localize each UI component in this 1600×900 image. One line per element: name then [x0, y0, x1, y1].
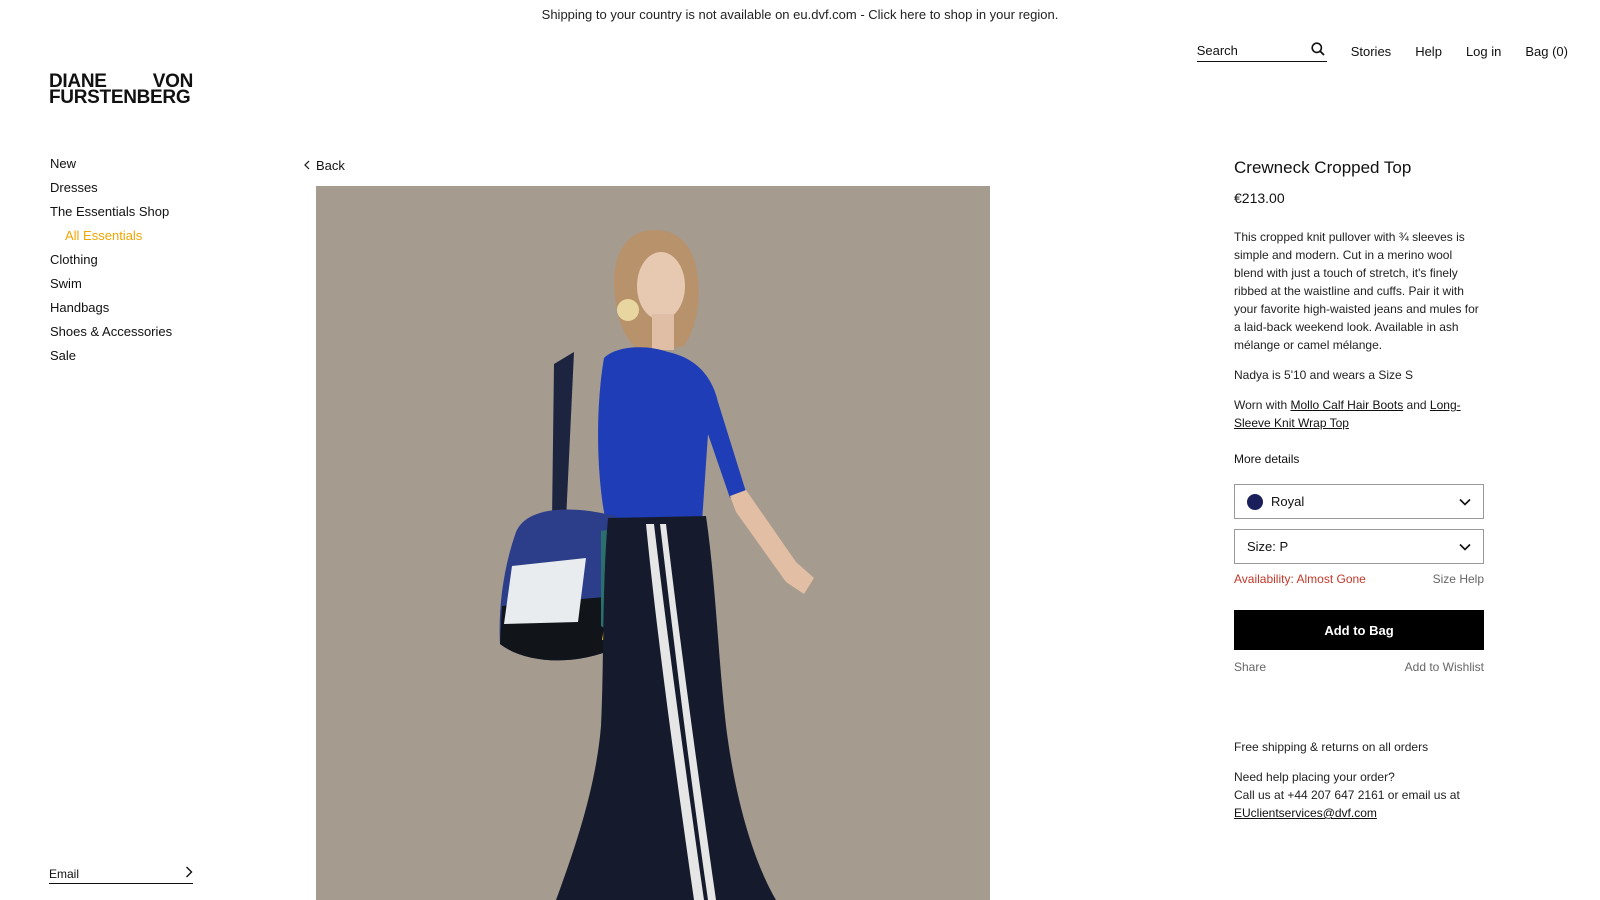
nav-item-swim[interactable]: Swim	[50, 272, 250, 296]
color-selected-label: Royal	[1271, 494, 1305, 509]
help-line-1: Need help placing your order?	[1234, 770, 1395, 784]
chevron-down-icon	[1459, 539, 1471, 554]
help-link[interactable]: Help	[1415, 44, 1442, 59]
nav-item-handbags[interactable]: Handbags	[50, 296, 250, 320]
size-help-link[interactable]: Size Help	[1433, 572, 1484, 586]
chevron-down-icon	[1459, 494, 1471, 509]
chevron-right-icon[interactable]	[185, 866, 193, 881]
back-label: Back	[316, 158, 345, 173]
help-line-2: Call us at +44 207 647 2161 or email us …	[1234, 788, 1460, 802]
search-input[interactable]	[1196, 43, 1297, 58]
email-input[interactable]	[49, 866, 169, 881]
color-select[interactable]: Royal	[1234, 484, 1484, 519]
chevron-left-icon	[304, 158, 310, 173]
worn-with-and: and	[1406, 398, 1427, 412]
product-details-panel: Crewneck Cropped Top €213.00 This croppe…	[1234, 158, 1484, 822]
logo-word-furstenberg: FURSTENBERG	[49, 87, 191, 108]
category-nav: New Dresses The Essentials Shop All Esse…	[50, 152, 250, 368]
color-swatch	[1247, 493, 1263, 510]
product-image[interactable]	[316, 186, 990, 900]
product-description: This cropped knit pullover with ¾ sleeve…	[1234, 230, 1479, 352]
nav-item-all-essentials[interactable]: All Essentials	[50, 224, 250, 248]
size-select[interactable]: Size: P	[1234, 529, 1484, 564]
availability-row: Availability: Almost Gone Size Help	[1234, 572, 1484, 586]
bag-link[interactable]: Bag (0)	[1525, 44, 1568, 59]
worn-with-link-boots[interactable]: Mollo Calf Hair Boots	[1290, 398, 1403, 412]
nav-item-dresses[interactable]: Dresses	[50, 176, 250, 200]
fit-note: Nadya is 5'10 and wears a Size S	[1234, 368, 1414, 382]
share-row: Share Add to Wishlist	[1234, 660, 1484, 674]
region-notice-banner[interactable]: Shipping to your country is not availabl…	[0, 0, 1600, 30]
email-signup-field	[49, 864, 193, 884]
nav-item-sale[interactable]: Sale	[50, 344, 250, 368]
model-illustration	[316, 186, 990, 900]
back-link[interactable]: Back	[304, 158, 345, 173]
search-field	[1196, 40, 1327, 62]
shipping-note: Free shipping & returns on all orders	[1234, 740, 1429, 754]
size-selected-label: Size: P	[1247, 539, 1289, 554]
help-block: Need help placing your order? Call us at…	[1234, 768, 1484, 822]
nav-item-essentials-shop[interactable]: The Essentials Shop	[50, 200, 250, 224]
nav-item-clothing[interactable]: Clothing	[50, 248, 250, 272]
stories-link[interactable]: Stories	[1351, 44, 1391, 59]
brand-logo[interactable]: DIANE VON FURSTENBERG	[49, 72, 193, 108]
worn-with-prefix: Worn with	[1234, 398, 1288, 412]
worn-with-text: Worn with Mollo Calf Hair Boots and Long…	[1234, 396, 1484, 432]
add-to-wishlist-link[interactable]: Add to Wishlist	[1405, 660, 1484, 674]
nav-item-shoes-accessories[interactable]: Shoes & Accessories	[50, 320, 250, 344]
search-icon[interactable]	[1311, 42, 1325, 59]
utility-nav: Stories Help Log in Bag (0)	[1196, 40, 1568, 62]
client-services-email-link[interactable]: EUclientservices@dvf.com	[1234, 806, 1377, 820]
availability-status: Availability: Almost Gone	[1234, 572, 1366, 586]
add-to-bag-button[interactable]: Add to Bag	[1234, 610, 1484, 650]
nav-item-new[interactable]: New	[50, 152, 250, 176]
product-title: Crewneck Cropped Top	[1234, 158, 1412, 177]
more-details-link[interactable]: More details	[1234, 452, 1484, 466]
login-link[interactable]: Log in	[1466, 44, 1501, 59]
share-link[interactable]: Share	[1234, 660, 1266, 674]
product-price: €213.00	[1234, 190, 1285, 206]
